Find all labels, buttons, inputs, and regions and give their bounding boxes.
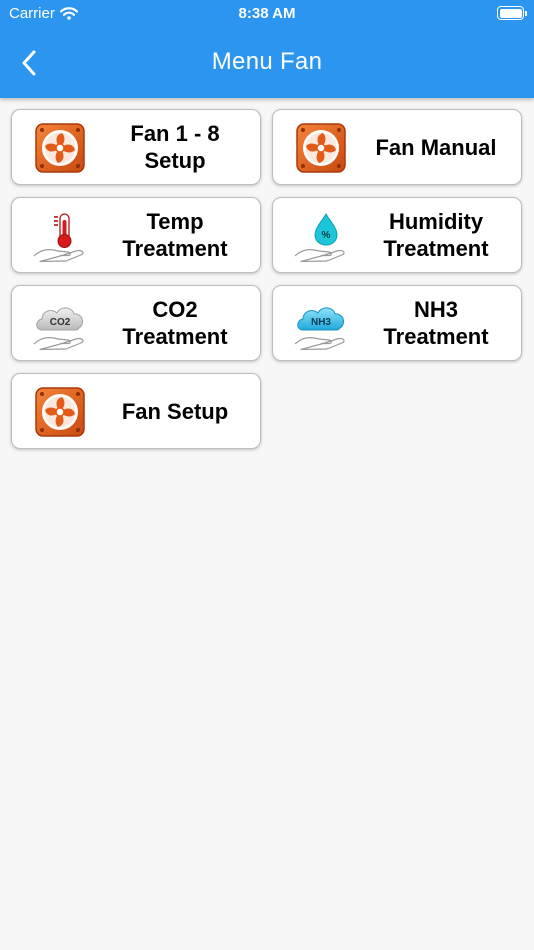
menu-item-label: CO2 Treatment <box>122 297 228 349</box>
fan-1-8-setup-button[interactable]: Fan 1 - 8 Setup <box>11 109 261 185</box>
temp-treatment-button[interactable]: Temp Treatment <box>11 197 261 273</box>
menu-item-label: NH3 Treatment <box>383 297 489 349</box>
menu-item-label: Temp Treatment <box>122 209 228 261</box>
status-time: 8:38 AM <box>238 5 296 22</box>
humidity-hand-icon: % <box>293 210 349 262</box>
thermometer-icon <box>54 213 72 248</box>
menu-item-label: Fan 1 - 8 Setup <box>130 121 220 173</box>
status-bar: Carrier 8:38 AM <box>0 0 534 28</box>
battery-icon <box>497 6 527 20</box>
svg-text:CO2: CO2 <box>50 317 71 328</box>
svg-text:%: % <box>322 230 331 241</box>
svg-text:NH3: NH3 <box>311 317 331 328</box>
fan-icon <box>293 122 349 174</box>
menu-item-label: Humidity Treatment <box>383 209 489 261</box>
temperature-hand-icon <box>32 210 88 262</box>
co2-treatment-button[interactable]: CO2 CO2 Treatment <box>11 285 261 361</box>
fan-manual-button[interactable]: Fan Manual <box>272 109 522 185</box>
fan-icon <box>32 122 88 174</box>
page-title: Menu Fan <box>211 48 323 75</box>
fan-icon <box>32 386 88 438</box>
nh3-treatment-button[interactable]: NH3 NH3 Treatment <box>272 285 522 361</box>
water-drop-icon: % <box>314 212 338 246</box>
menu-item-label: Fan Setup <box>121 398 229 424</box>
nh3-cloud-hand-icon: NH3 <box>293 298 349 350</box>
cloud-icon: NH3 <box>297 307 345 331</box>
cloud-icon: CO2 <box>36 307 84 331</box>
menu-item-label: Fan Manual <box>375 134 497 160</box>
app-bar: Carrier 8:38 AM Menu Fan <box>0 0 534 98</box>
fan-setup-button[interactable]: Fan Setup <box>11 373 261 449</box>
humidity-treatment-button[interactable]: % Humidity Treatment <box>272 197 522 273</box>
co2-cloud-hand-icon: CO2 <box>32 298 88 350</box>
